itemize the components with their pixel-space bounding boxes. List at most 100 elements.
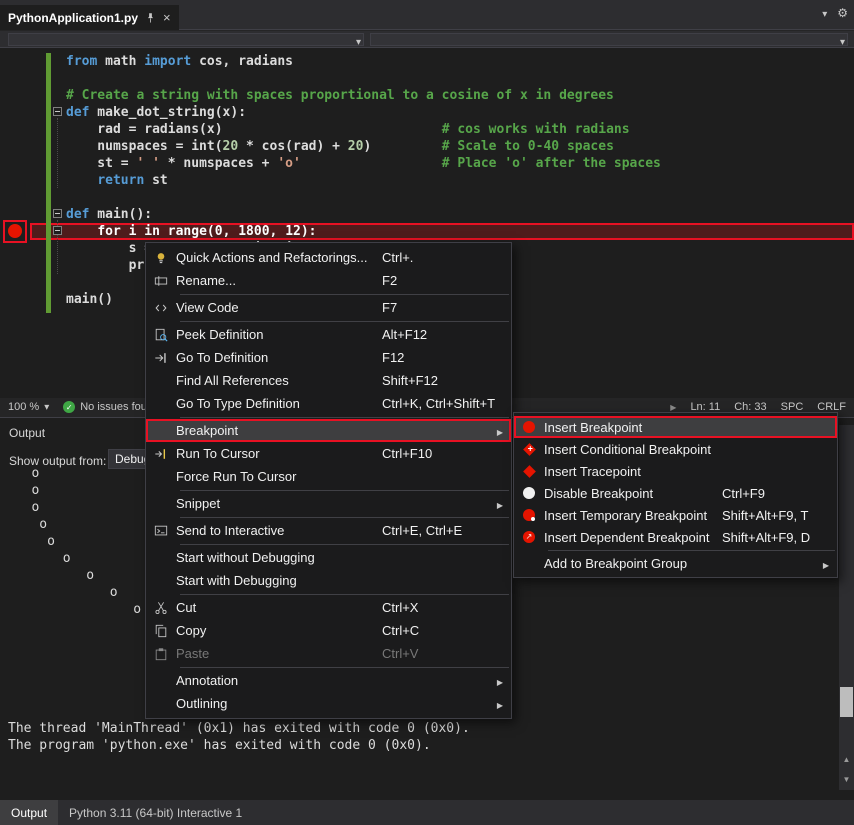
scroll-down-icon[interactable]: [839, 770, 854, 788]
menu-item-view-code[interactable]: View CodeF7: [146, 296, 511, 319]
menu-item-insert-breakpoint[interactable]: Insert Breakpoint: [514, 416, 837, 438]
menu-item-go-to-type-definition[interactable]: Go To Type DefinitionCtrl+K, Ctrl+Shift+…: [146, 392, 511, 415]
zoom-control[interactable]: 100 %: [0, 401, 57, 413]
menu-item-disable-breakpoint[interactable]: Disable BreakpointCtrl+F9: [514, 482, 837, 504]
menu-item-shortcut: F7: [382, 300, 493, 315]
zoom-value: 100 %: [8, 401, 39, 413]
code-line[interactable]: def make_dot_string(x):: [30, 104, 854, 121]
change-tracking-bar: [46, 53, 51, 313]
menu-item-paste[interactable]: PasteCtrl+V: [146, 642, 511, 665]
chevron-down-icon[interactable]: [822, 6, 827, 20]
navigation-bar: [0, 31, 854, 48]
code-line[interactable]: [30, 70, 854, 87]
menu-item-cut[interactable]: CutCtrl+X: [146, 596, 511, 619]
menu-item-shortcut: Ctrl+K, Ctrl+Shift+T: [382, 396, 495, 411]
document-tab[interactable]: PythonApplication1.py: [0, 5, 179, 30]
breakpoint-icon: [514, 421, 544, 433]
menu-separator: [180, 665, 509, 669]
code-line[interactable]: [30, 189, 854, 206]
menu-item-shortcut: Ctrl+E, Ctrl+E: [382, 523, 493, 538]
code-line[interactable]: rad = radians(x) # cos works with radian…: [30, 121, 854, 138]
pin-icon[interactable]: [145, 12, 156, 24]
code-line[interactable]: from math import cos, radians: [30, 53, 854, 70]
menu-item-copy[interactable]: CopyCtrl+C: [146, 619, 511, 642]
chevron-down-icon: [356, 34, 361, 48]
menu-item-label: Start without Debugging: [176, 550, 382, 565]
menu-item-insert-temporary-breakpoint[interactable]: Insert Temporary BreakpointShift+Alt+F9,…: [514, 504, 837, 526]
menu-item-force-run-to-cursor[interactable]: Force Run To Cursor: [146, 465, 511, 488]
code-line[interactable]: st = ' ' * numspaces + 'o' # Place 'o' a…: [30, 155, 854, 172]
menu-item-label: Snippet: [176, 496, 382, 511]
code-line-breakpoint[interactable]: for i in range(0, 1800, 12):: [30, 223, 854, 240]
menu-item-rename[interactable]: Rename...F2: [146, 269, 511, 292]
menu-separator: [180, 292, 509, 296]
menu-item-run-to-cursor[interactable]: Run To CursorCtrl+F10: [146, 442, 511, 465]
menu-item-shortcut: Ctrl+V: [382, 646, 493, 661]
indent-guide: [57, 220, 58, 274]
menu-item-peek-definition[interactable]: Peek DefinitionAlt+F12: [146, 323, 511, 346]
close-icon[interactable]: [163, 11, 171, 24]
scope-dropdown[interactable]: [8, 33, 364, 46]
submenu-arrow-icon: [493, 423, 507, 438]
menu-item-start-with-debugging[interactable]: Start with Debugging: [146, 569, 511, 592]
menu-item-label: Insert Dependent Breakpoint: [544, 530, 722, 545]
send-to-interactive-icon: [146, 524, 176, 538]
paste-icon: [146, 647, 176, 661]
menu-item-breakpoint[interactable]: Breakpoint: [146, 419, 511, 442]
menu-item-label: Cut: [176, 600, 382, 615]
menu-item-insert-tracepoint[interactable]: Insert Tracepoint: [514, 460, 837, 482]
annotation-breakpoint-gutter: [3, 220, 27, 243]
menu-item-insert-conditional-breakpoint[interactable]: Insert Conditional Breakpoint: [514, 438, 837, 460]
menu-item-label: Start with Debugging: [176, 573, 382, 588]
conditional-breakpoint-icon: [514, 445, 544, 454]
menu-item-label: Insert Temporary Breakpoint: [544, 508, 722, 523]
view-code-icon: [146, 301, 176, 315]
menu-item-insert-dependent-breakpoint[interactable]: Insert Dependent BreakpointShift+Alt+F9,…: [514, 526, 837, 548]
menu-item-find-all-references[interactable]: Find All ReferencesShift+F12: [146, 369, 511, 392]
output-panel-title: Output: [9, 426, 45, 440]
menu-item-annotation[interactable]: Annotation: [146, 669, 511, 692]
submenu-arrow-icon: [493, 496, 507, 511]
indent-guide: [57, 118, 58, 188]
menu-item-snippet[interactable]: Snippet: [146, 492, 511, 515]
menu-item-shortcut: Ctrl+F10: [382, 446, 493, 461]
scroll-up-icon[interactable]: [839, 750, 854, 768]
panel-tab-interactive[interactable]: Python 3.11 (64-bit) Interactive 1: [58, 800, 253, 825]
menu-item-start-without-debugging[interactable]: Start without Debugging: [146, 546, 511, 569]
menu-item-outlining[interactable]: Outlining: [146, 692, 511, 715]
menu-item-send-to-interactive[interactable]: Send to InteractiveCtrl+E, Ctrl+E: [146, 519, 511, 542]
menu-item-label: Go To Definition: [176, 350, 382, 365]
copy-icon: [146, 624, 176, 638]
scrollbar-thumb[interactable]: [840, 687, 853, 717]
menu-item-shortcut: Shift+Alt+F9, T: [722, 508, 819, 523]
menu-item-label: Insert Conditional Breakpoint: [544, 442, 722, 457]
menu-item-go-to-definition[interactable]: Go To DefinitionF12: [146, 346, 511, 369]
menu-separator: [548, 548, 835, 552]
code-line[interactable]: return st: [30, 172, 854, 189]
menu-item-label: Quick Actions and Refactorings...: [176, 250, 382, 265]
vertical-scrollbar[interactable]: [839, 425, 854, 790]
code-line[interactable]: def main():: [30, 206, 854, 223]
menu-item-label: Run To Cursor: [176, 446, 382, 461]
member-dropdown[interactable]: [370, 33, 848, 46]
menu-item-shortcut: Ctrl+F9: [722, 486, 819, 501]
menu-item-quick-actions-and-refactorings[interactable]: Quick Actions and Refactorings...Ctrl+.: [146, 246, 511, 269]
peek-definition-icon: [146, 328, 176, 342]
panel-tab-bar: Output Python 3.11 (64-bit) Interactive …: [0, 800, 854, 825]
menu-item-shortcut: F12: [382, 350, 493, 365]
panel-tab-output[interactable]: Output: [0, 800, 58, 825]
code-line[interactable]: # Create a string with spaces proportion…: [30, 87, 854, 104]
panel-tab-label: Python 3.11 (64-bit) Interactive 1: [69, 806, 242, 820]
code-line[interactable]: numspaces = int(20 * cos(rad) + 20) # Sc…: [30, 138, 854, 155]
menu-item-label: Disable Breakpoint: [544, 486, 722, 501]
dependent-breakpoint-icon: [514, 531, 544, 543]
chevron-down-icon: [840, 34, 845, 48]
menu-item-shortcut: Alt+F12: [382, 327, 493, 342]
menu-item-add-to-breakpoint-group[interactable]: Add to Breakpoint Group: [514, 552, 837, 574]
submenu-arrow-icon: [493, 673, 507, 688]
gear-icon[interactable]: [837, 6, 848, 20]
menu-item-label: Rename...: [176, 273, 382, 288]
menu-separator: [180, 319, 509, 323]
menu-separator: [180, 488, 509, 492]
cut-icon: [146, 601, 176, 615]
